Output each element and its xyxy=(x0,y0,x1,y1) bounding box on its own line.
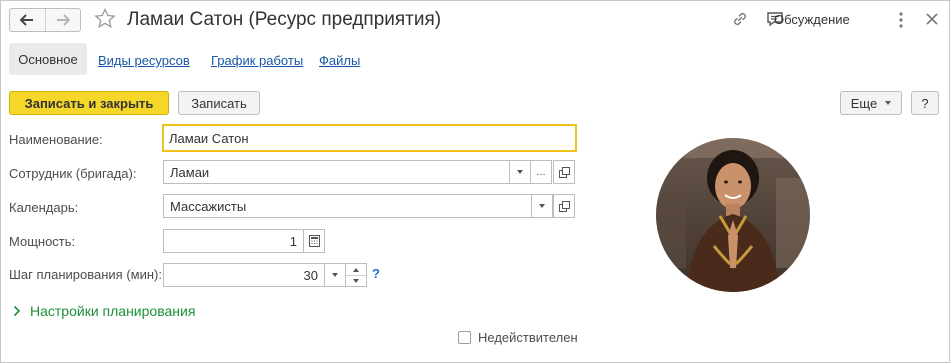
capacity-input[interactable]: 1 xyxy=(163,229,304,253)
more-button[interactable]: Еще xyxy=(840,91,902,115)
inactive-checkbox[interactable] xyxy=(458,331,471,344)
star-icon[interactable] xyxy=(94,8,116,30)
employee-label: Сотрудник (бригада): xyxy=(9,166,137,181)
chevron-down-icon xyxy=(517,170,523,174)
arrow-right-icon xyxy=(56,14,70,26)
discussion-label: Обсуждение xyxy=(774,11,850,27)
link-icon[interactable] xyxy=(731,10,749,28)
open-window-icon xyxy=(558,166,570,178)
planning-settings-label: Настройки планирования xyxy=(30,303,196,319)
forward-button[interactable] xyxy=(44,9,81,31)
employee-input[interactable]: Ламаи xyxy=(163,160,510,184)
chevron-up-icon xyxy=(353,267,359,272)
close-icon[interactable] xyxy=(925,12,939,26)
chevron-down-icon xyxy=(885,101,892,105)
calendar-input[interactable]: Массажисты xyxy=(163,194,532,218)
resource-photo[interactable] xyxy=(656,128,810,302)
capacity-label: Мощность: xyxy=(9,234,76,249)
name-label: Наименование: xyxy=(9,132,103,147)
nav-buttons xyxy=(9,8,81,32)
step-dropdown-button[interactable] xyxy=(324,263,346,287)
spin-down-button[interactable] xyxy=(346,275,366,286)
step-label: Шаг планирования (мин): xyxy=(9,267,162,282)
spin-up-button[interactable] xyxy=(346,264,366,275)
chevron-right-icon xyxy=(13,305,21,317)
step-input[interactable]: 30 xyxy=(163,263,325,287)
arrow-left-icon xyxy=(20,14,34,26)
form-window: Ламаи Сатон (Ресурс предприятия) Обсужде… xyxy=(0,0,950,363)
calendar-label: Календарь: xyxy=(9,200,79,215)
calendar-dropdown-button[interactable] xyxy=(531,194,553,218)
back-button[interactable] xyxy=(10,9,45,31)
tab-main[interactable]: Основное xyxy=(9,43,87,75)
step-help-link[interactable]: ? xyxy=(372,266,380,281)
calculator-button[interactable] xyxy=(303,229,325,253)
tab-resource-types[interactable]: Виды ресурсов xyxy=(98,53,190,68)
save-button[interactable]: Записать xyxy=(178,91,260,115)
page-title: Ламаи Сатон (Ресурс предприятия) xyxy=(127,9,442,30)
employee-open-button[interactable] xyxy=(553,160,575,184)
open-window-icon xyxy=(558,200,570,212)
discussion-button[interactable]: Обсуждение xyxy=(766,11,850,27)
tab-files[interactable]: Файлы xyxy=(319,53,360,68)
tab-work-schedule[interactable]: График работы xyxy=(211,53,303,68)
step-spinner[interactable] xyxy=(345,263,367,287)
inactive-label: Недействителен xyxy=(478,330,578,345)
chevron-down-icon xyxy=(353,279,359,283)
employee-select-button[interactable]: ... xyxy=(530,160,552,184)
inactive-checkbox-row[interactable]: Недействителен xyxy=(458,330,578,345)
save-and-close-button[interactable]: Записать и закрыть xyxy=(9,91,169,115)
more-vertical-icon[interactable] xyxy=(898,11,904,29)
planning-settings-group[interactable]: Настройки планирования xyxy=(13,303,195,319)
chevron-down-icon xyxy=(332,273,338,277)
employee-dropdown-button[interactable] xyxy=(509,160,531,184)
chevron-down-icon xyxy=(539,204,545,208)
more-label: Еще xyxy=(850,95,878,111)
calendar-open-button[interactable] xyxy=(553,194,575,218)
name-input[interactable]: Ламаи Сатон xyxy=(162,124,577,152)
calculator-icon xyxy=(308,235,320,247)
help-button[interactable]: ? xyxy=(911,91,939,115)
